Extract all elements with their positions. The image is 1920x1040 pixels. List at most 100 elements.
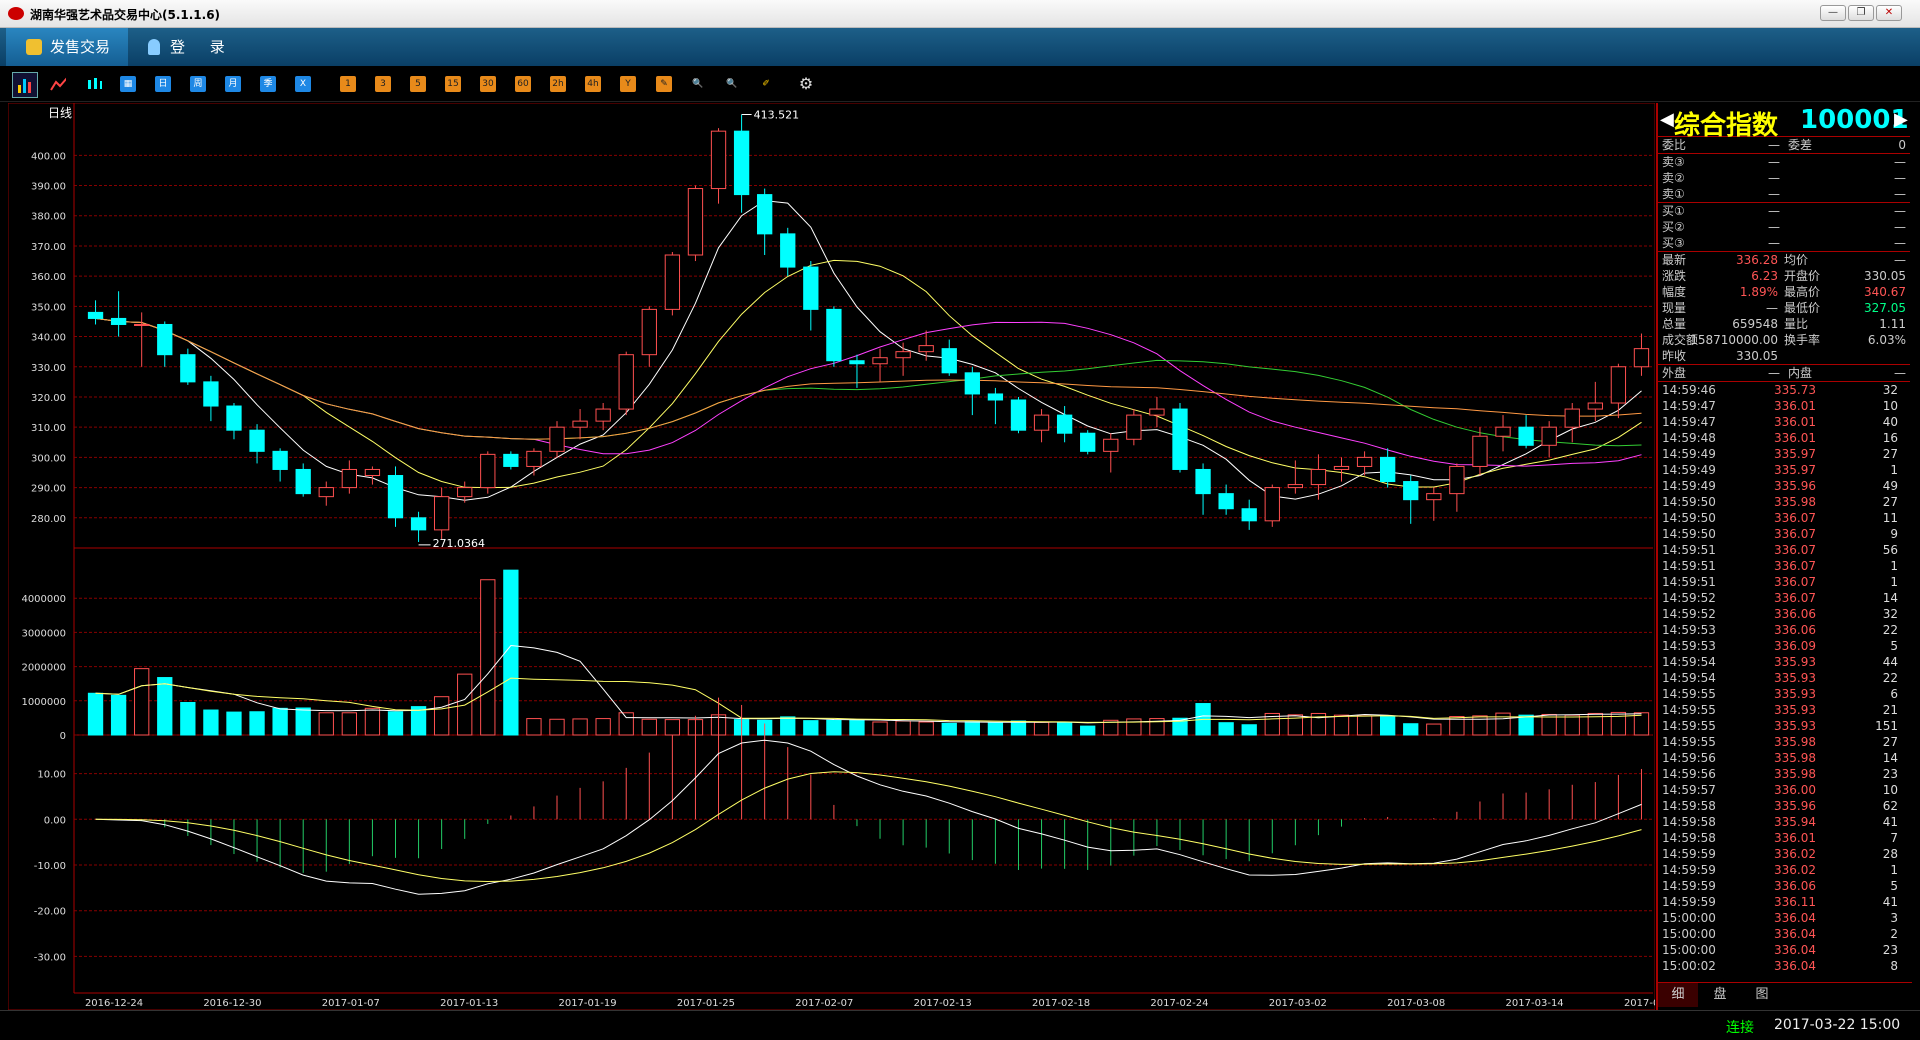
period-1-button[interactable]: 1 [340, 76, 356, 92]
volume-bar [987, 722, 1004, 736]
book-price: — [1768, 171, 1780, 185]
period-4h-button[interactable]: 4h [585, 76, 601, 92]
candle-body [1380, 456, 1396, 483]
tab-detail[interactable]: 细 [1658, 983, 1698, 1007]
trade-price: 335.96 [1774, 479, 1816, 493]
tab-sell-trade[interactable]: 发售交易 [6, 28, 128, 66]
candle-body [964, 372, 980, 395]
trade-volume: 5 [1890, 879, 1898, 893]
chart-area[interactable]: 日线 280.00 290.00 300.00 310.00 320.00 330.00 34… [8, 103, 1655, 1010]
trade-volume: 49 [1882, 479, 1898, 493]
volume-bar [526, 718, 542, 736]
trade-volume: 22 [1882, 623, 1898, 637]
kline-chart[interactable]: 日线 280.00 290.00 300.00 310.00 320.00 330.00 34… [8, 103, 1655, 1010]
trade-row: 14:59:59 336.02 1 [1658, 862, 1910, 878]
period-year-button[interactable]: Y [620, 76, 636, 92]
volume-bar [826, 719, 842, 736]
y-tick-label: 360.00 [31, 272, 66, 283]
volume-bar [895, 720, 911, 736]
trade-row: 14:59:59 336.11 41 [1658, 894, 1910, 910]
trade-price: 336.06 [1774, 879, 1816, 893]
candle-icon[interactable] [86, 76, 102, 92]
y-tick-label: 280.00 [31, 514, 66, 525]
trade-row: 14:59:59 336.06 5 [1658, 878, 1910, 894]
book-label: 买③ [1662, 236, 1685, 250]
tab-graph[interactable]: 图 [1742, 983, 1782, 1007]
period-season-button[interactable]: 季 [260, 76, 276, 92]
trade-time: 14:59:52 [1662, 607, 1716, 621]
period-30-button[interactable]: 30 [480, 76, 496, 92]
candle-body [1010, 399, 1027, 431]
trade-volume: 7 [1890, 831, 1898, 845]
volume-bar [295, 707, 311, 736]
candle-body [1333, 465, 1350, 470]
candle-body [872, 357, 888, 365]
trade-price: 335.97 [1774, 463, 1816, 477]
trade-list[interactable]: 14:59:46 335.73 32 14:59:47 336.01 10 14:59:47… [1658, 382, 1910, 974]
calendar-icon[interactable]: ▦ [120, 76, 136, 92]
maximize-button[interactable]: ❐ [1848, 5, 1874, 21]
trade-time: 14:59:58 [1662, 799, 1716, 813]
chart-type-button[interactable] [12, 72, 38, 98]
trade-volume: 56 [1882, 543, 1898, 557]
tab-book[interactable]: 盘 [1700, 983, 1740, 1007]
period-2h-button[interactable]: 2h [550, 76, 566, 92]
zoom-in-icon[interactable]: 🔍 [690, 76, 706, 92]
trade-time: 14:59:46 [1662, 383, 1716, 397]
next-arrow-icon[interactable]: ▶ [1894, 109, 1908, 130]
app-logo-icon [8, 7, 24, 20]
trade-volume: 14 [1882, 751, 1898, 765]
volume-bar [1380, 716, 1396, 736]
volume-bar [1633, 712, 1650, 736]
line-chart-icon[interactable] [50, 76, 66, 92]
book-volume: — [1894, 171, 1906, 185]
candle-body [364, 468, 381, 477]
candle-body [1126, 414, 1142, 440]
volume-bar [618, 712, 634, 736]
minimize-button[interactable]: — [1820, 5, 1846, 21]
period-15-button[interactable]: 15 [445, 76, 461, 92]
period-week-button[interactable]: 周 [190, 76, 206, 92]
chart-background [8, 103, 1655, 1010]
trade-price: 335.98 [1774, 735, 1816, 749]
trade-time: 14:59:59 [1662, 847, 1716, 861]
zoom-out-icon[interactable]: 🔍 [724, 76, 740, 92]
candle-body [1195, 468, 1211, 495]
pen-icon[interactable]: ✐ [758, 76, 774, 92]
tab-login[interactable]: 登 录 [140, 28, 260, 66]
y-tick-label: 390.00 [31, 182, 66, 193]
trade-time: 15:00:00 [1662, 927, 1716, 941]
y-tick-label: 320.00 [31, 393, 66, 404]
trade-volume: 11 [1882, 511, 1898, 525]
period-day-button[interactable]: 日 [155, 76, 171, 92]
period-month-button[interactable]: 月 [225, 76, 241, 92]
period-3-button[interactable]: 3 [375, 76, 391, 92]
ask-book: 卖③ — — 卖② — — 卖① — — [1658, 154, 1910, 202]
trade-price: 336.01 [1774, 831, 1816, 845]
trade-price: 336.02 [1774, 847, 1816, 861]
trade-price: 335.97 [1774, 447, 1816, 461]
gear-icon[interactable]: ⚙ [798, 76, 814, 92]
candle-body [1033, 414, 1050, 431]
trade-volume: 40 [1882, 415, 1898, 429]
trade-row: 14:59:56 335.98 14 [1658, 750, 1910, 766]
candle-body [1264, 487, 1280, 522]
volume-bar [272, 707, 288, 736]
trade-row: 15:00:00 336.04 3 [1658, 910, 1910, 926]
asks-row: 卖② — — [1658, 170, 1910, 186]
trade-row: 14:59:50 335.98 27 [1658, 494, 1910, 510]
trade-volume: 6 [1890, 687, 1898, 701]
y-tick-label: 380.00 [31, 212, 66, 223]
period-60-button[interactable]: 60 [515, 76, 531, 92]
prev-arrow-icon[interactable]: ◀ [1660, 109, 1674, 130]
y-tick-label: -30.00 [34, 952, 66, 963]
candle-body [1149, 408, 1165, 416]
quote-label: 现量 [1662, 301, 1687, 315]
trade-row: 14:59:59 336.02 28 [1658, 846, 1910, 862]
quote-row: 昨收 330.05 [1658, 348, 1910, 364]
close-button[interactable]: ✕ [1876, 5, 1902, 21]
draw-tool-icon[interactable]: ✎ [656, 76, 672, 92]
period-x-button[interactable]: X [295, 76, 311, 92]
period-5-button[interactable]: 5 [410, 76, 426, 92]
quote-stats: 最新 336.28 均价 — 涨跌 6.23 开盘价 330.05 幅度 1.89% 最高价 340.… [1658, 252, 1910, 364]
